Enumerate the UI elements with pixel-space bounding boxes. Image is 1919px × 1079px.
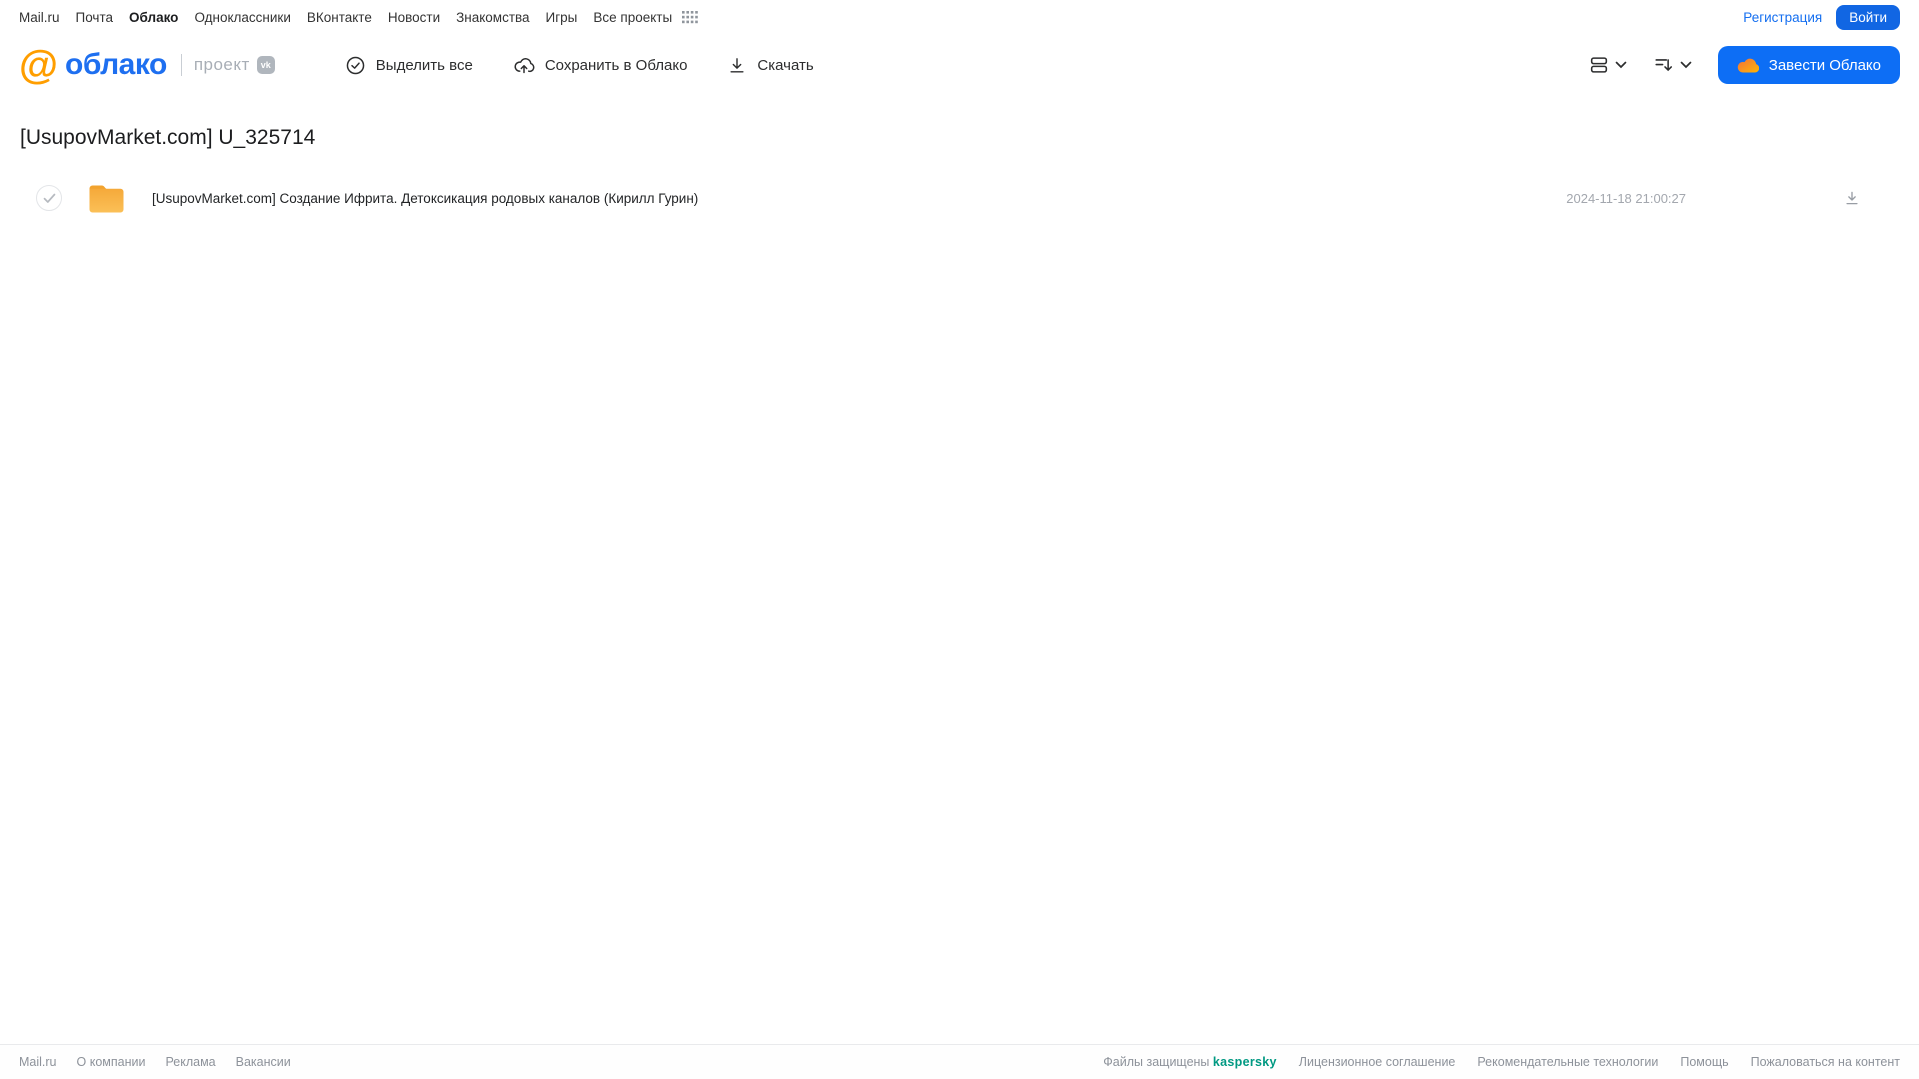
apps-grid-icon[interactable] bbox=[682, 10, 698, 24]
kaspersky-logo-text[interactable]: kaspersky bbox=[1213, 1055, 1277, 1069]
cloud-logo[interactable]: @ облако bbox=[19, 45, 167, 85]
footer-link-jobs[interactable]: Вакансии bbox=[236, 1055, 291, 1069]
footer-link-recommendation-tech[interactable]: Рекомендательные технологии bbox=[1477, 1055, 1658, 1069]
folder-icon bbox=[88, 183, 125, 214]
file-toolbar: Выделить все Сохранить в Облако Скачать bbox=[345, 55, 814, 76]
chevron-down-icon bbox=[1615, 61, 1627, 69]
cloud-logo-text: облако bbox=[65, 48, 167, 81]
portal-link-pochta[interactable]: Почта bbox=[76, 10, 114, 25]
main-content: [UsupovMarket.com] U_325714 [UsupovMarke… bbox=[0, 126, 1919, 220]
file-date: 2024-11-18 21:00:27 bbox=[1566, 190, 1686, 206]
portal-link-igry[interactable]: Игры bbox=[546, 10, 578, 25]
save-to-cloud-button[interactable]: Сохранить в Облако bbox=[513, 55, 688, 76]
create-cloud-button[interactable]: Завести Облако bbox=[1717, 46, 1900, 84]
sort-dropdown[interactable] bbox=[1653, 54, 1692, 76]
view-list-icon bbox=[1588, 54, 1610, 76]
portal-link-oblako[interactable]: Облако bbox=[129, 10, 178, 25]
download-icon bbox=[727, 55, 747, 76]
vk-badge-icon: vk bbox=[256, 56, 275, 74]
create-cloud-label: Завести Облако bbox=[1768, 56, 1881, 74]
footer-link-report-content[interactable]: Пожаловаться на контент bbox=[1751, 1055, 1900, 1069]
download-all-label: Скачать bbox=[757, 56, 814, 74]
cloud-color-icon bbox=[1737, 57, 1759, 73]
login-button[interactable]: Войти bbox=[1836, 4, 1900, 30]
select-all-label: Выделить все bbox=[375, 56, 473, 74]
portal-link-vse-proekty[interactable]: Все проекты bbox=[593, 10, 672, 25]
chevron-down-icon bbox=[1680, 61, 1692, 69]
file-row[interactable]: [UsupovMarket.com] Создание Ифрита. Дето… bbox=[20, 176, 1899, 220]
mailru-at-icon: @ bbox=[19, 43, 58, 87]
portal-link-znakomstva[interactable]: Знакомства bbox=[456, 10, 529, 25]
portal-link-vkontakte[interactable]: ВКонтакте bbox=[307, 10, 372, 25]
page-title: [UsupovMarket.com] U_325714 bbox=[20, 126, 316, 149]
row-checkbox[interactable] bbox=[36, 185, 62, 211]
cloud-header: @ облако проект vk Выделить все Сохранит… bbox=[0, 34, 1919, 96]
portal-link-odnoklassniki[interactable]: Одноклассники bbox=[194, 10, 290, 25]
kaspersky-protected-label: Файлы защищены kaspersky bbox=[1103, 1055, 1276, 1069]
footer-link-help[interactable]: Помощь bbox=[1680, 1055, 1728, 1069]
view-mode-dropdown[interactable] bbox=[1588, 54, 1627, 76]
cloud-upload-icon bbox=[513, 55, 535, 76]
footer-link-about[interactable]: О компании bbox=[77, 1055, 146, 1069]
download-all-button[interactable]: Скачать bbox=[727, 55, 814, 76]
footer-left-links: Mail.ru О компании Реклама Вакансии bbox=[19, 1055, 291, 1069]
sort-icon bbox=[1653, 54, 1675, 76]
file-name[interactable]: [UsupovMarket.com] Создание Ифрита. Дето… bbox=[152, 191, 698, 206]
footer-link-ads[interactable]: Реклама bbox=[165, 1055, 215, 1069]
footer-link-mailru[interactable]: Mail.ru bbox=[19, 1055, 57, 1069]
portal-auth-area: Регистрация Войти bbox=[1743, 4, 1900, 30]
select-all-button[interactable]: Выделить все bbox=[345, 55, 473, 76]
save-to-cloud-label: Сохранить в Облако bbox=[544, 56, 688, 74]
check-circle-icon bbox=[345, 55, 366, 76]
portal-link-novosti[interactable]: Новости bbox=[388, 10, 440, 25]
page-footer: Mail.ru О компании Реклама Вакансии Файл… bbox=[0, 1044, 1919, 1079]
portal-nav: Mail.ru Почта Облако Одноклассники ВКонт… bbox=[0, 0, 1919, 34]
footer-link-license[interactable]: Лицензионное соглашение bbox=[1299, 1055, 1456, 1069]
row-download-icon[interactable] bbox=[1843, 189, 1861, 207]
project-vk-label: проект bbox=[193, 55, 250, 74]
register-link[interactable]: Регистрация bbox=[1743, 10, 1822, 25]
portal-link-mailru[interactable]: Mail.ru bbox=[19, 10, 60, 25]
protected-text: Файлы защищены bbox=[1103, 1055, 1210, 1069]
logo-divider bbox=[180, 54, 182, 76]
header-right-controls: Завести Облако bbox=[1562, 46, 1900, 84]
footer-right-links: Файлы защищены kaspersky Лицензионное со… bbox=[1103, 1055, 1900, 1069]
cloud-share-page: Mail.ru Почта Облако Одноклассники ВКонт… bbox=[0, 0, 1919, 1079]
